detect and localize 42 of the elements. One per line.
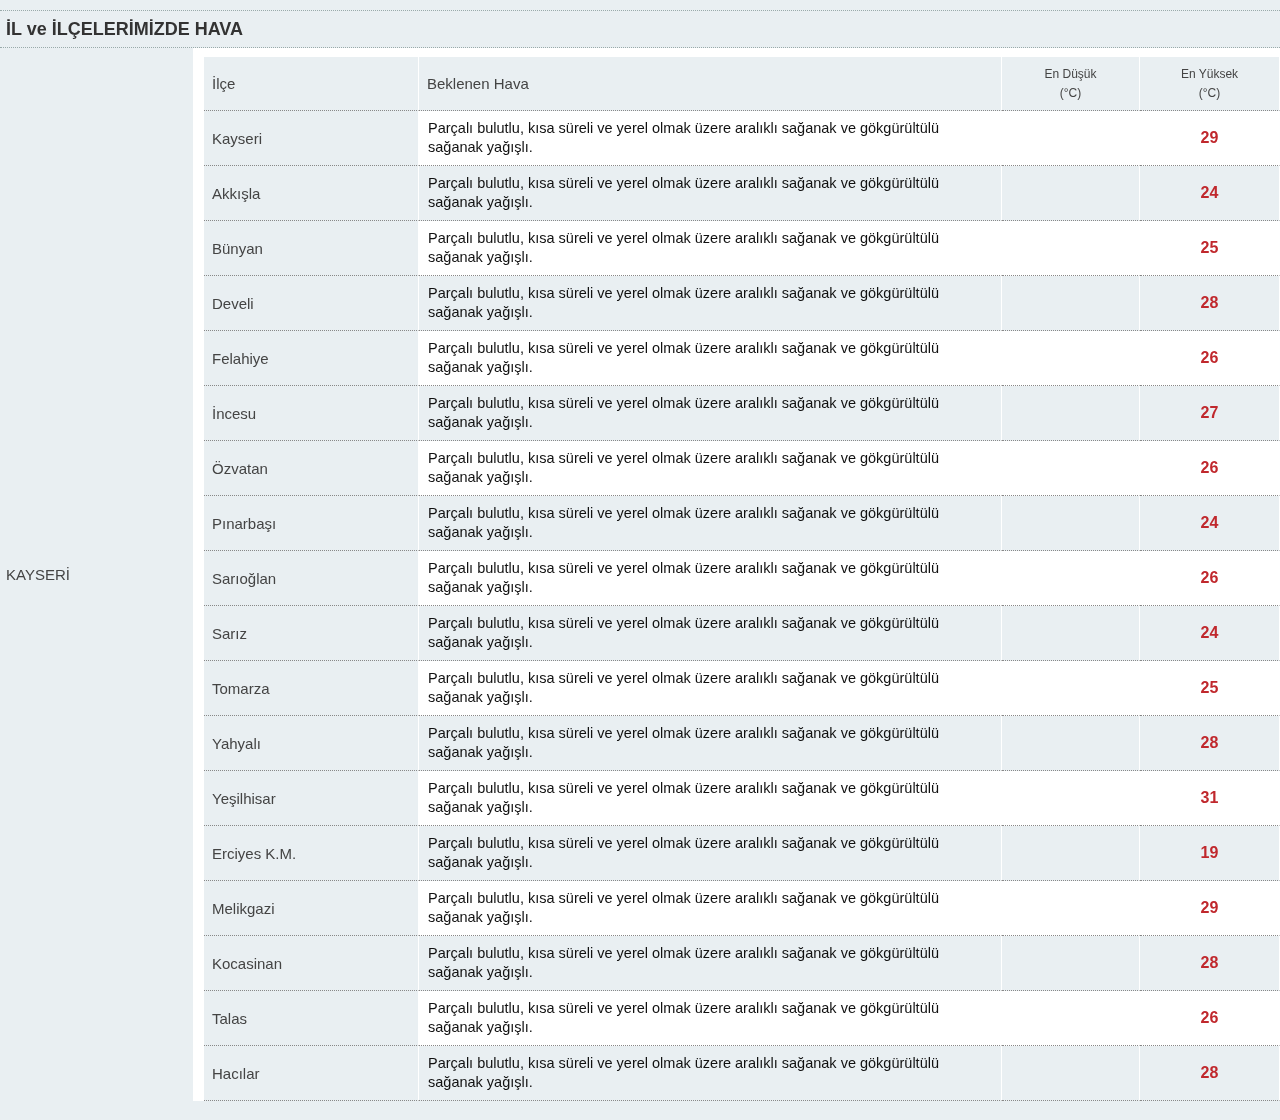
district-cell: Akkışla: [204, 166, 419, 221]
district-cell: Kayseri: [204, 111, 419, 166]
district-cell: Talas: [204, 991, 419, 1046]
district-cell: Kocasinan: [204, 936, 419, 991]
high-temperature-cell: 28: [1140, 716, 1280, 771]
district-cell: Özvatan: [204, 441, 419, 496]
forecast-cell: Parçalı bulutlu, kısa süreli ve yerel olmak üzere aralıklı sağanak ve gökgürültülü sağanak yağışlı.: [419, 826, 1002, 881]
high-temperature-cell: 24: [1140, 496, 1280, 551]
district-cell: Bünyan: [204, 221, 419, 276]
high-temperature-cell: 24: [1140, 166, 1280, 221]
district-cell: Melikgazi: [204, 881, 419, 936]
high-temperature-cell: 28: [1140, 276, 1280, 331]
high-temperature-cell: 24: [1140, 606, 1280, 661]
high-temperature-cell: 28: [1140, 936, 1280, 991]
section-title: İL ve İLÇELERİMİZDE HAVA: [6, 18, 244, 40]
district-cell: Hacılar: [204, 1046, 419, 1101]
forecast-cell: Parçalı bulutlu, kısa süreli ve yerel olmak üzere aralıklı sağanak ve gökgürültülü sağanak yağışlı.: [419, 166, 1002, 221]
district-cell: Felahiye: [204, 331, 419, 386]
high-temperature-cell: 28: [1140, 1046, 1280, 1101]
district-cell: Yahyalı: [204, 716, 419, 771]
district-cell: İncesu: [204, 386, 419, 441]
district-cell: Sarıoğlan: [204, 551, 419, 606]
district-cell: Pınarbaşı: [204, 496, 419, 551]
forecast-cell: Parçalı bulutlu, kısa süreli ve yerel olmak üzere aralıklı sağanak ve gökgürültülü sağanak yağışlı.: [419, 386, 1002, 441]
column-header: En Yüksek (°C): [1140, 57, 1280, 111]
high-temperature-cell: 19: [1140, 826, 1280, 881]
forecast-cell: Parçalı bulutlu, kısa süreli ve yerel olmak üzere aralıklı sağanak ve gökgürültülü sağanak yağışlı.: [419, 496, 1002, 551]
district-cell: Sarız: [204, 606, 419, 661]
forecast-cell: Parçalı bulutlu, kısa süreli ve yerel olmak üzere aralıklı sağanak ve gökgürültülü sağanak yağışlı.: [419, 606, 1002, 661]
forecast-cell: Parçalı bulutlu, kısa süreli ve yerel olmak üzere aralıklı sağanak ve gökgürültülü sağanak yağışlı.: [419, 276, 1002, 331]
district-cell: Yeşilhisar: [204, 771, 419, 826]
district-cell: Develi: [204, 276, 419, 331]
forecast-cell: Parçalı bulutlu, kısa süreli ve yerel olmak üzere aralıklı sağanak ve gökgürültülü sağanak yağışlı.: [419, 716, 1002, 771]
district-cell: Erciyes K.M.: [204, 826, 419, 881]
column-header: İlçe: [204, 57, 419, 111]
forecast-cell: Parçalı bulutlu, kısa süreli ve yerel olmak üzere aralıklı sağanak ve gökgürültülü sağanak yağışlı.: [419, 1046, 1002, 1101]
column-header: En Düşük (°C): [1002, 57, 1140, 111]
column-header: Beklenen Hava: [419, 57, 1002, 111]
forecast-cell: Parçalı bulutlu, kısa süreli ve yerel olmak üzere aralıklı sağanak ve gökgürültülü sağanak yağışlı.: [419, 936, 1002, 991]
district-cell: Tomarza: [204, 661, 419, 716]
high-temperature-cell: 27: [1140, 386, 1280, 441]
province-name: KAYSERİ: [5, 566, 70, 583]
